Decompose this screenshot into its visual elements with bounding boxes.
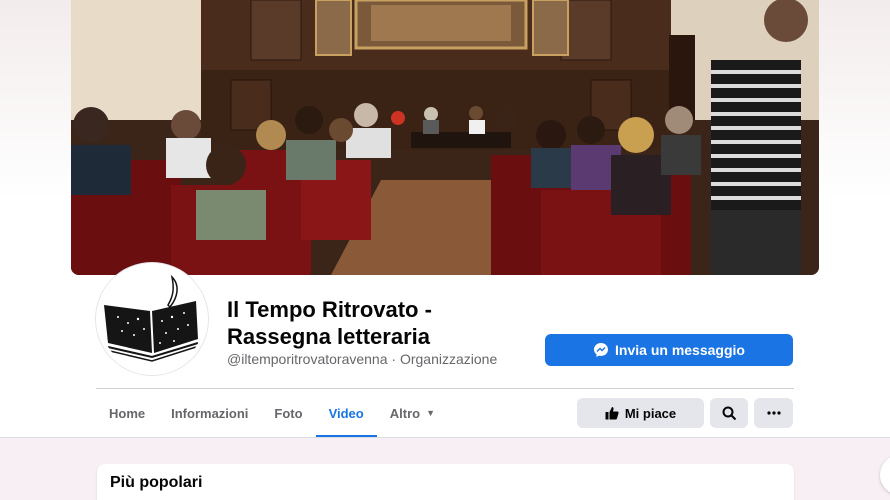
search-page-button[interactable] xyxy=(710,398,748,428)
thumbs-up-icon xyxy=(605,407,619,420)
more-dots-icon xyxy=(766,411,781,415)
tab-foto-label: Foto xyxy=(274,405,303,421)
tab-foto[interactable]: Foto xyxy=(261,389,315,437)
search-icon xyxy=(722,406,736,420)
most-popular-section: Più popolari xyxy=(97,464,794,500)
tab-video-label: Video xyxy=(328,405,364,421)
header-bottom-border xyxy=(0,437,890,438)
cover-photo[interactable] xyxy=(71,0,819,275)
cover-photo-image xyxy=(71,0,819,275)
tab-video[interactable]: Video xyxy=(315,389,377,438)
like-page-label: Mi piace xyxy=(624,405,677,421)
page-tabs: Home Informazioni Foto Video Altro ▼ xyxy=(96,389,448,438)
tab-altro-label: Altro xyxy=(389,405,421,421)
open-book-logo-icon xyxy=(100,267,204,371)
send-message-button[interactable]: Invia un messaggio xyxy=(545,334,793,366)
send-message-label: Invia un messaggio xyxy=(615,342,745,358)
profile-picture[interactable] xyxy=(96,263,208,375)
page-title: Il Tempo Ritrovato - Rassegna letteraria xyxy=(227,296,527,350)
meta-separator: · xyxy=(387,351,400,367)
page-category[interactable]: Organizzazione xyxy=(400,351,497,367)
page-handle[interactable]: @iltemporitrovatoravenna xyxy=(227,351,388,367)
tab-informazioni-label: Informazioni xyxy=(171,405,249,421)
page-meta: @iltemporitrovatoravenna · Organizzazion… xyxy=(227,351,497,367)
chevron-down-icon: ▼ xyxy=(426,408,435,418)
tab-home[interactable]: Home xyxy=(96,389,158,437)
messenger-icon xyxy=(594,343,609,357)
tab-informazioni[interactable]: Informazioni xyxy=(158,389,261,437)
tab-home-label: Home xyxy=(109,405,146,421)
more-options-button[interactable] xyxy=(754,398,793,428)
page-title-line-2: Rassegna letteraria xyxy=(227,324,430,349)
like-page-button[interactable]: Mi piace xyxy=(577,398,704,428)
page-title-line-1: Il Tempo Ritrovato - xyxy=(227,297,432,322)
section-title: Più popolari xyxy=(110,474,203,491)
tab-altro[interactable]: Altro ▼ xyxy=(377,389,448,437)
